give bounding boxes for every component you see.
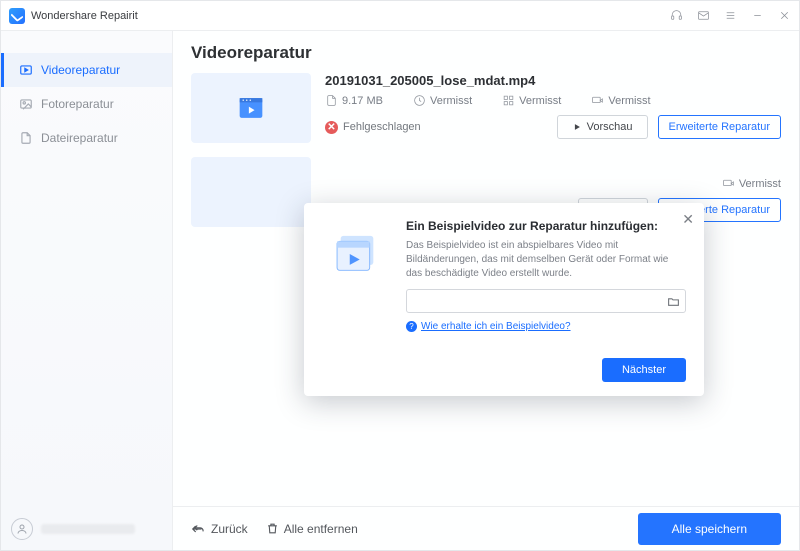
mail-icon[interactable] [697, 9, 710, 22]
footer: Zurück Alle entfernen Alle speichern [173, 506, 799, 550]
file-resolution: Vermisst [502, 94, 561, 107]
error-icon: ✕ [325, 121, 338, 134]
sidebar-item-file[interactable]: Dateireparatur [1, 121, 172, 155]
dialog-title: Ein Beispielvideo zur Reparatur hinzufüg… [406, 219, 686, 233]
next-button[interactable]: Nächster [602, 358, 686, 382]
app-window: Wondershare Repairit Videor [0, 0, 800, 551]
back-button[interactable]: Zurück [191, 522, 248, 536]
sample-video-dialog: ✕ Ein Beispielvideo zur Reparatur hinzuf… [304, 203, 704, 396]
file-row: 20191031_205005_lose_mdat.mp4 9.17 MB Ve… [191, 73, 781, 143]
sample-help-link[interactable]: Wie erhalte ich ein Beispielvideo? [421, 321, 571, 332]
titlebar: Wondershare Repairit [1, 1, 799, 31]
sidebar-item-photo[interactable]: Fotoreparatur [1, 87, 172, 121]
remove-all-button[interactable]: Alle entfernen [266, 522, 358, 536]
file-size: 9.17 MB [325, 94, 383, 107]
file-name: 20191031_205005_lose_mdat.mp4 [325, 73, 781, 88]
help-icon: ? [406, 321, 417, 332]
app-logo-icon [9, 8, 25, 24]
help-link-row: ? Wie erhalte ich ein Beispielvideo? [406, 321, 686, 332]
headset-icon[interactable] [670, 9, 683, 22]
sidebar-item-video[interactable]: Videoreparatur [1, 53, 172, 87]
dialog-description: Das Beispielvideo ist ein abspielbares V… [406, 239, 686, 281]
sidebar-item-label: Fotoreparatur [41, 97, 114, 111]
sample-video-icon [322, 219, 392, 332]
main: Videoreparatur 20191031_205005_lose_mdat… [173, 31, 799, 550]
advanced-repair-button[interactable]: Erweiterte Reparatur [658, 115, 782, 139]
sidebar-item-label: Videoreparatur [41, 63, 120, 77]
dialog-close-icon[interactable]: ✕ [682, 211, 694, 228]
sidebar-footer [1, 510, 172, 550]
file-device: Vermisst [722, 177, 781, 190]
user-name-redacted [41, 524, 135, 534]
save-all-button[interactable]: Alle speichern [638, 513, 781, 545]
video-thumb-icon [191, 157, 311, 227]
avatar-icon[interactable] [11, 518, 33, 540]
app-title: Wondershare Repairit [31, 10, 138, 22]
video-thumb-icon [191, 73, 311, 143]
preview-button[interactable]: Vorschau [557, 115, 648, 139]
file-info: 20191031_205005_lose_mdat.mp4 9.17 MB Ve… [325, 73, 781, 143]
status-failed: ✕ Fehlgeschlagen [325, 121, 421, 134]
page-title: Videoreparatur [173, 31, 799, 73]
browse-file-icon[interactable] [661, 295, 685, 308]
menu-icon[interactable] [724, 9, 737, 22]
sidebar: Videoreparatur Fotoreparatur Dateirepara… [1, 31, 173, 550]
window-controls [670, 9, 791, 22]
file-time: Vermisst [413, 94, 472, 107]
sample-path-input[interactable] [406, 289, 686, 313]
close-icon[interactable] [778, 9, 791, 22]
file-meta: 9.17 MB Vermisst Vermisst Vermisst [325, 94, 781, 107]
sidebar-item-label: Dateireparatur [41, 131, 118, 145]
file-device: Vermisst [591, 94, 650, 107]
row-actions: Vorschau Erweiterte Reparatur [557, 115, 781, 139]
sample-path-field[interactable] [407, 295, 661, 307]
body: Videoreparatur Fotoreparatur Dateirepara… [1, 31, 799, 550]
status-row: ✕ Fehlgeschlagen Vorschau Erweiterte Rep… [325, 115, 781, 139]
minimize-icon[interactable] [751, 9, 764, 22]
